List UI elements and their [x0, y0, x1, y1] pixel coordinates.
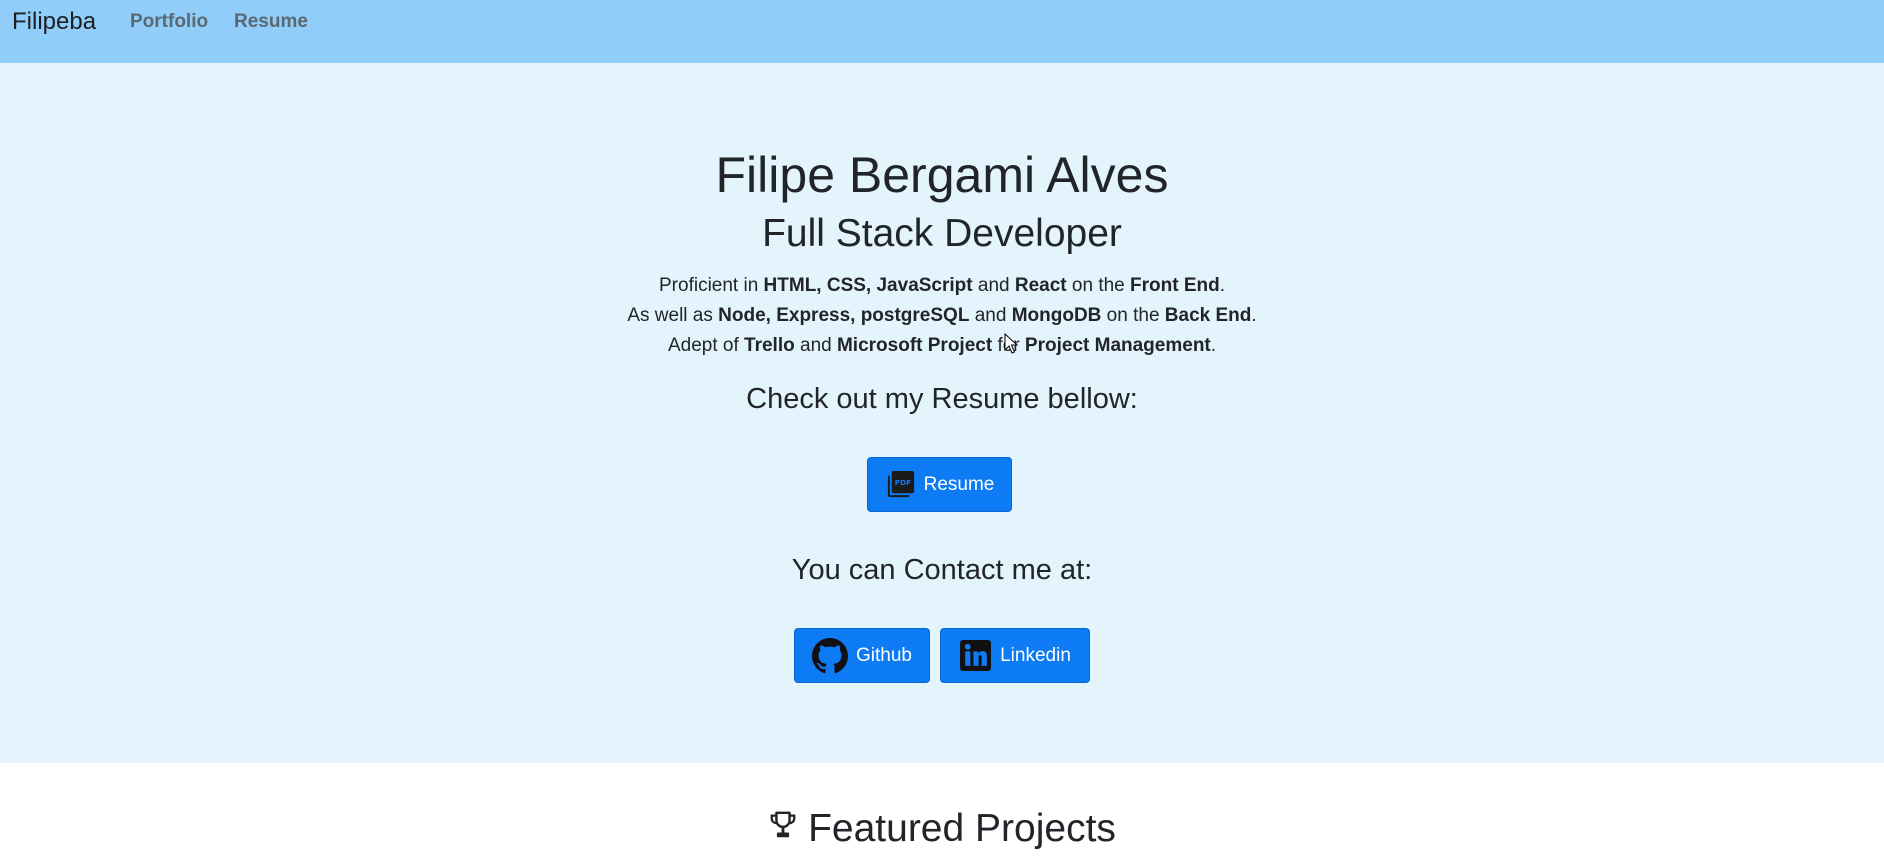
resume-button[interactable]: PDF Resume [867, 457, 1012, 512]
linkedin-button-label: Linkedin [1000, 644, 1071, 666]
linkedin-button[interactable]: Linkedin [940, 628, 1090, 683]
mouse-cursor-icon [1004, 333, 1018, 354]
hero-role: Full Stack Developer [762, 212, 1122, 255]
pdf-icon: PDF [885, 469, 916, 500]
svg-text:PDF: PDF [894, 478, 910, 487]
featured-projects-title: Featured Projects [808, 807, 1116, 850]
nav-link-resume[interactable]: Resume [234, 11, 308, 33]
github-button[interactable]: Github [794, 628, 930, 683]
featured-projects-heading: Featured Projects [0, 805, 1884, 855]
top-navbar: Filipeba Portfolio Resume [0, 0, 1884, 63]
resume-button-label: Resume [923, 473, 995, 495]
trophy-icon [768, 804, 798, 852]
github-button-label: Github [856, 644, 912, 666]
skills-line-management: Adept of Trello and Microsoft Project fo… [667, 335, 1217, 356]
github-icon [812, 637, 848, 674]
nav-link-portfolio[interactable]: Portfolio [130, 11, 208, 33]
linkedin-icon [959, 639, 992, 672]
skills-line-backend: As well as Node, Express, postgreSQL and… [627, 305, 1257, 326]
skills-line-frontend: Proficient in HTML, CSS, JavaScript and … [659, 275, 1225, 296]
hero-section: Filipe Bergami Alves Full Stack Develope… [0, 63, 1884, 763]
contact-heading: You can Contact me at: [791, 554, 1093, 586]
brand-logo[interactable]: Filipeba [12, 8, 96, 36]
resume-heading: Check out my Resume bellow: [746, 383, 1138, 415]
hero-name: Filipe Bergami Alves [715, 147, 1169, 203]
